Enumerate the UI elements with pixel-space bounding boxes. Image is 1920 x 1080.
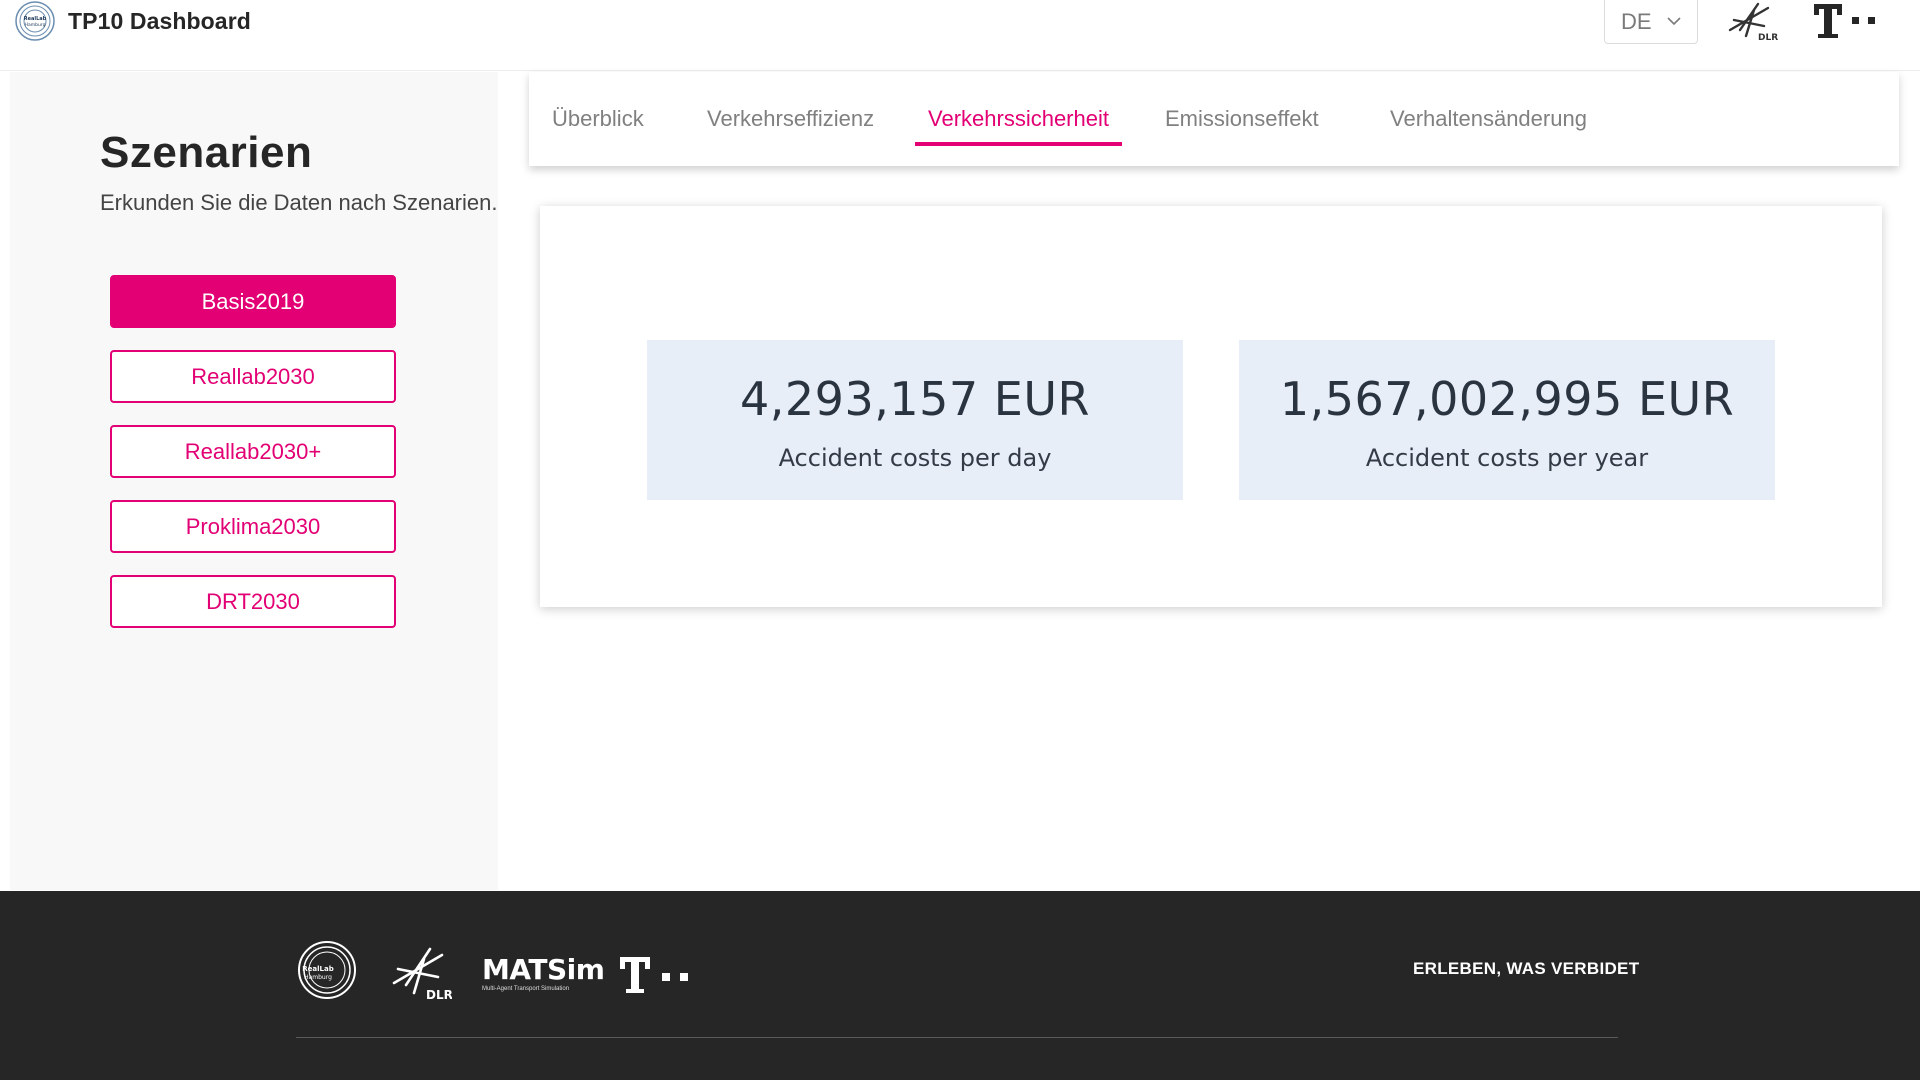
- svg-text:DLR: DLR: [1758, 33, 1778, 42]
- app-header: RealLab Hamburg TP10 Dashboard DE DLR: [0, 0, 1920, 71]
- page-footer: RealLab Hamburg DLR MATSim Multi-Agent T…: [0, 891, 1920, 1080]
- telekom-logo: [620, 957, 688, 993]
- kpi-label: Accident costs per day: [778, 444, 1052, 472]
- footer-divider: [296, 1037, 1618, 1038]
- kpi-value: 4,293,157 EUR: [740, 372, 1090, 426]
- svg-text:RealLab: RealLab: [302, 965, 333, 973]
- footer-slogan: ERLEBEN, WAS VERBIDET: [1413, 959, 1640, 978]
- scenario-button-proklima2030[interactable]: Proklima2030: [110, 500, 396, 553]
- dlr-logo: DLR: [1728, 2, 1778, 42]
- kpi-value: 1,567,002,995 EUR: [1279, 372, 1735, 426]
- svg-text:RealLab: RealLab: [24, 16, 47, 22]
- scenario-button-reallab2030[interactable]: Reallab2030: [110, 350, 396, 403]
- tab-verkehrseffizienz[interactable]: Verkehrseffizienz: [694, 72, 887, 166]
- scenario-sidebar: Szenarien Erkunden Sie die Daten nach Sz…: [10, 72, 498, 890]
- kpi-accident-costs-year: 1,567,002,995 EUR Accident costs per yea…: [1239, 340, 1775, 500]
- scenario-button-basis2019[interactable]: Basis2019: [110, 275, 396, 328]
- brand[interactable]: RealLab Hamburg TP10 Dashboard: [14, 0, 251, 42]
- category-tabs: Überblick Verkehrseffizienz Verkehrssich…: [529, 72, 1899, 166]
- kpi-label: Accident costs per year: [1365, 444, 1649, 472]
- matsim-logo-text: MATSim: [482, 953, 605, 986]
- kpi-card: 4,293,157 EUR Accident costs per day 1,5…: [540, 206, 1882, 607]
- dlr-logo: DLR: [392, 947, 452, 1001]
- sidebar-title: Szenarien: [100, 128, 313, 177]
- kpi-accident-costs-day: 4,293,157 EUR Accident costs per day: [647, 340, 1183, 500]
- matsim-logo-subtitle: Multi-Agent Transport Simulation: [482, 986, 570, 992]
- language-value: DE: [1621, 8, 1652, 34]
- svg-text:Hamburg: Hamburg: [25, 22, 46, 28]
- sidebar-subtitle: Erkunden Sie die Daten nach Szenarien.: [100, 190, 498, 215]
- language-select[interactable]: DE: [1604, 0, 1698, 44]
- matsim-logo: MATSim Multi-Agent Transport Simulation: [482, 953, 605, 997]
- scenario-button-drt2030[interactable]: DRT2030: [110, 575, 396, 628]
- svg-text:Hamburg: Hamburg: [304, 974, 332, 981]
- realab-hamburg-logo: RealLab Hamburg: [298, 941, 356, 999]
- svg-text:DLR: DLR: [426, 988, 452, 1001]
- tab-ueberblick[interactable]: Überblick: [539, 72, 657, 166]
- tab-verhaltensaenderung[interactable]: Verhaltensänderung: [1377, 72, 1600, 166]
- app-title: TP10 Dashboard: [68, 7, 251, 34]
- tab-emissionseffekt[interactable]: Emissionseffekt: [1152, 72, 1332, 166]
- telekom-logo: [1814, 4, 1875, 38]
- realab-hamburg-logo: RealLab Hamburg: [15, 1, 55, 41]
- scenario-button-reallab2030-plus[interactable]: Reallab2030+: [110, 425, 396, 478]
- chevron-down-icon: [1667, 17, 1681, 26]
- tab-verkehrssicherheit[interactable]: Verkehrssicherheit: [915, 72, 1122, 166]
